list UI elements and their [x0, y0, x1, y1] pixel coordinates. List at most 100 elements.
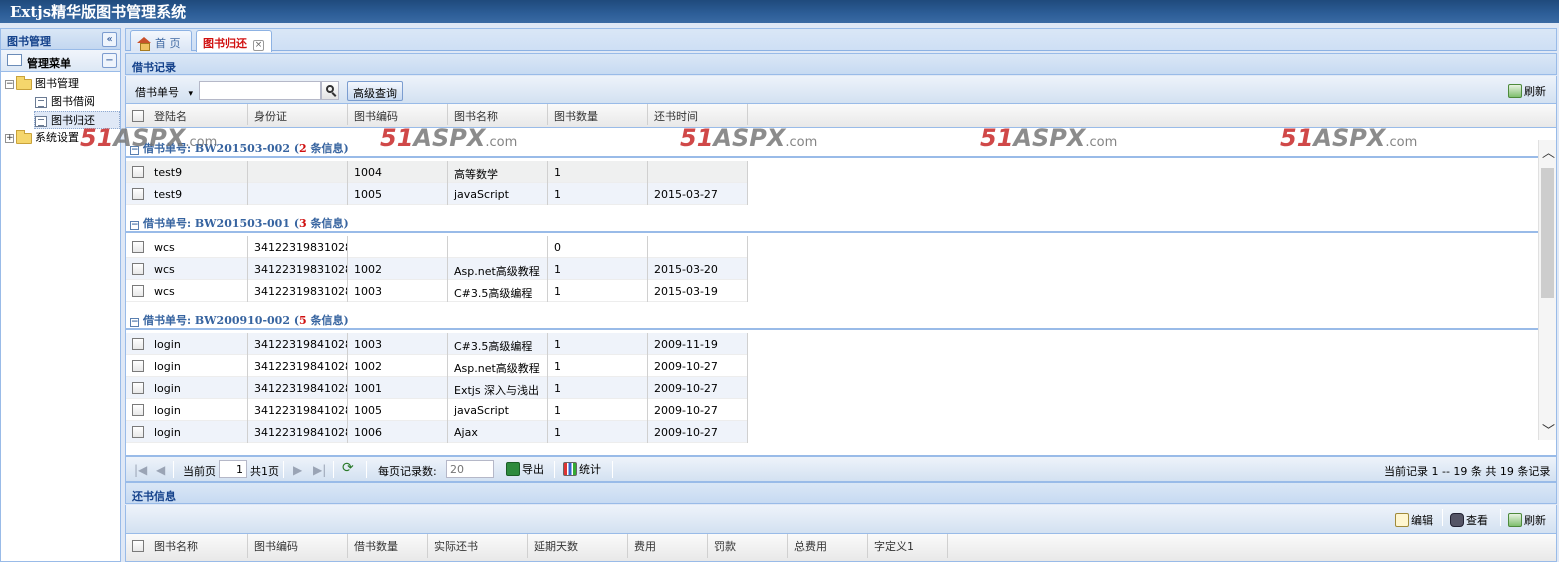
group-collapse-icon[interactable]: −	[130, 318, 139, 327]
row-checkbox[interactable]	[132, 360, 144, 372]
column-header[interactable]: 延期天数	[528, 534, 628, 558]
column-header[interactable]: 总费用	[788, 534, 868, 558]
home-icon	[137, 37, 151, 51]
column-header[interactable]: 登陆名	[148, 104, 248, 125]
column-header[interactable]: 费用	[628, 534, 708, 558]
column-header[interactable]: 身份证	[248, 104, 348, 125]
group-header[interactable]: − 借书单号: BW201503-002 (2 条信息)	[126, 136, 1538, 158]
cell-id-card: 34122319841028...	[248, 421, 348, 443]
tree-expand-toggle[interactable]: +	[5, 133, 14, 143]
cell-quantity: 1	[548, 355, 648, 377]
row-checkbox[interactable]	[132, 338, 144, 350]
table-row[interactable]: login 34122319841028... 1002 Asp.net高级教程…	[126, 355, 748, 377]
cell-book-name: C#3.5高级编程	[448, 333, 548, 355]
edit-icon	[1395, 513, 1409, 527]
cell-book-code: 1005	[348, 183, 448, 205]
column-header[interactable]: 罚款	[708, 534, 788, 558]
column-header[interactable]: 图书编码	[348, 104, 448, 125]
table-row[interactable]: login 34122319841028... 1006 Ajax 1 2009…	[126, 421, 748, 443]
group-collapse-icon[interactable]: −	[130, 221, 139, 230]
table-row[interactable]: test9 1004 高等数学 1	[126, 161, 748, 183]
borrow-refresh-button[interactable]: 刷新	[1508, 83, 1546, 99]
table-row[interactable]: wcs 34122319831028... 1003 C#3.5高级编程 1 2…	[126, 280, 748, 302]
return-refresh-button[interactable]: 刷新	[1508, 512, 1546, 528]
column-header[interactable]: 实际还书	[428, 534, 528, 558]
row-checkbox[interactable]	[132, 263, 144, 275]
column-header[interactable]: 图书名称	[148, 534, 248, 558]
table-row[interactable]: wcs 34122319831028... 1002 Asp.net高级教程 1…	[126, 258, 748, 280]
cell-login: wcs	[148, 236, 248, 258]
refresh-label: 刷新	[1524, 514, 1546, 527]
current-page-label: 当前页	[183, 465, 216, 478]
record-summary: 当前记录 1 -- 19 条 共 19 条记录	[1384, 465, 1551, 478]
row-checkbox[interactable]	[132, 404, 144, 416]
cell-book-name: Asp.net高级教程	[448, 355, 548, 377]
tree-node-book-borrow[interactable]: 图书借阅	[35, 93, 95, 111]
table-row[interactable]: login 34122319841028... 1003 C#3.5高级编程 1…	[126, 333, 748, 355]
close-tab-icon[interactable]: ×	[253, 40, 264, 51]
app-title: Extjs精华版图书管理系统	[10, 3, 187, 21]
row-checkbox[interactable]	[132, 166, 144, 178]
group-header[interactable]: − 借书单号: BW200910-002 (5 条信息)	[126, 308, 1538, 330]
table-row[interactable]: login 34122319841028... 1005 javaScript …	[126, 399, 748, 421]
cell-id-card: 34122319831028...	[248, 258, 348, 280]
prev-page-icon[interactable]: ◀	[156, 463, 165, 477]
row-checkbox[interactable]	[132, 188, 144, 200]
tab-book-return[interactable]: 图书归还 ×	[196, 30, 272, 52]
last-page-icon[interactable]: ▶|	[313, 463, 326, 477]
advanced-search-button[interactable]: 高级查询	[347, 81, 403, 101]
column-header[interactable]: 图书编码	[248, 534, 348, 558]
menu-header[interactable]: 管理菜单 −	[1, 50, 120, 72]
search-field-select[interactable]: 借书单号 ▾	[135, 84, 193, 100]
tree-node-book-return[interactable]: 图书归还	[34, 111, 120, 129]
grid-vertical-scrollbar[interactable]: ︿ ﹀	[1538, 140, 1556, 440]
row-checkbox[interactable]	[132, 382, 144, 394]
cell-id-card: 34122319841028...	[248, 399, 348, 421]
table-row[interactable]: test9 1005 javaScript 1 2015-03-27	[126, 183, 748, 205]
column-header[interactable]: 字定义1	[868, 534, 948, 558]
row-checkbox[interactable]	[132, 426, 144, 438]
tab-home[interactable]: 首 页	[130, 30, 192, 51]
scroll-up-icon[interactable]: ︿	[1542, 142, 1555, 161]
edit-button[interactable]: 编辑	[1395, 512, 1433, 528]
page-size-input[interactable]	[446, 460, 494, 478]
tree-node-book-management[interactable]: − 图书管理	[5, 75, 79, 93]
row-checkbox[interactable]	[132, 285, 144, 297]
row-checkbox[interactable]	[132, 241, 144, 253]
scroll-down-icon[interactable]: ﹀	[1542, 420, 1555, 439]
cell-quantity: 1	[548, 161, 648, 183]
cell-quantity: 1	[548, 399, 648, 421]
column-header[interactable]: 图书数量	[548, 104, 648, 125]
group-header[interactable]: − 借书单号: BW201503-001 (3 条信息)	[126, 211, 1538, 233]
collapse-menu-button[interactable]: −	[102, 53, 117, 68]
stats-button[interactable]: 统计	[563, 461, 601, 477]
tree-collapse-toggle[interactable]: −	[5, 79, 14, 89]
cell-quantity: 1	[548, 258, 648, 280]
collapse-panel-button[interactable]: «	[102, 32, 117, 47]
group-count: 3	[299, 217, 307, 230]
borrow-grid-body: − 借书单号: BW201503-002 (2 条信息) test9 1004 高…	[125, 128, 1557, 456]
export-button[interactable]: 导出	[506, 461, 544, 477]
cell-login: login	[148, 421, 248, 443]
group-collapse-icon[interactable]: −	[130, 146, 139, 155]
select-all-checkbox[interactable]	[132, 110, 144, 122]
edit-label: 编辑	[1411, 514, 1433, 527]
page-number-input[interactable]	[219, 460, 247, 478]
tree-node-system-settings[interactable]: + 系统设置	[5, 129, 79, 147]
cell-login: login	[148, 399, 248, 421]
select-all-checkbox[interactable]	[132, 540, 144, 552]
borrow-panel-title: 借书记录	[132, 61, 176, 74]
scroll-thumb[interactable]	[1541, 168, 1554, 298]
search-input[interactable]	[199, 81, 321, 100]
refresh-page-icon[interactable]: ⟳	[342, 460, 354, 476]
first-page-icon[interactable]: |◀	[134, 463, 147, 477]
search-icon[interactable]	[321, 81, 339, 100]
column-header[interactable]: 图书名称	[448, 104, 548, 125]
table-row[interactable]: wcs 34122319831028... 0	[126, 236, 748, 258]
column-header[interactable]: 还书时间	[648, 104, 748, 125]
column-header[interactable]: 借书数量	[348, 534, 428, 558]
table-row[interactable]: login 34122319841028... 1001 Extjs 深入与浅出…	[126, 377, 748, 399]
cell-id-card: 34122319831028...	[248, 280, 348, 302]
next-page-icon[interactable]: ▶	[293, 463, 302, 477]
view-button[interactable]: 查看	[1450, 512, 1488, 528]
